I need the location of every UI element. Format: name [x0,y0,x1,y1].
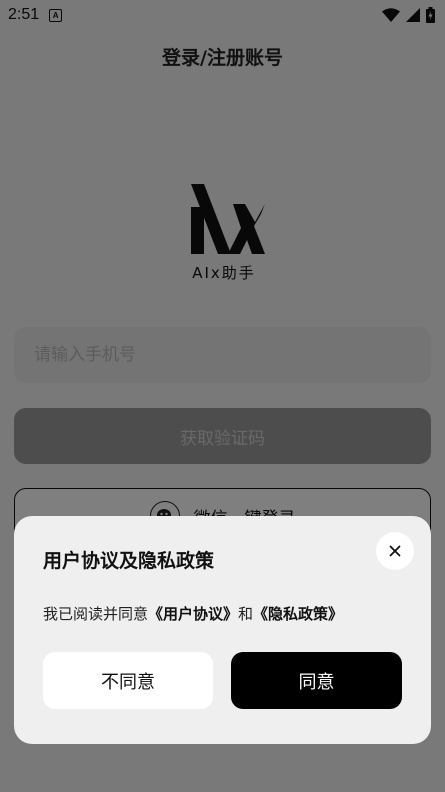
message-conjunction: 和 [238,605,254,623]
disagree-label: 不同意 [101,671,155,693]
disagree-button[interactable]: 不同意 [43,652,213,709]
close-button[interactable] [376,532,414,570]
agree-button[interactable]: 同意 [231,652,402,709]
agree-label: 同意 [298,671,335,693]
dialog-message: 我已阅读并同意《用户协议》和《隐私政策》 [43,603,343,624]
dialog-title: 用户协议及隐私政策 [43,550,215,572]
privacy-policy-link[interactable]: 《隐私政策》 [253,605,343,623]
close-icon [389,545,401,557]
user-agreement-link[interactable]: 《用户协议》 [148,605,238,623]
message-prefix: 我已阅读并同意 [43,605,149,623]
privacy-dialog: 用户协议及隐私政策 我已阅读并同意《用户协议》和《隐私政策》 不同意 同意 [14,516,431,744]
